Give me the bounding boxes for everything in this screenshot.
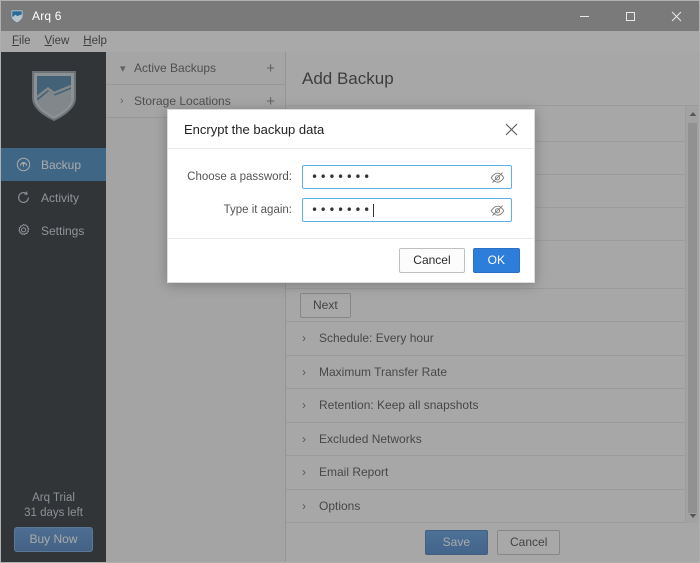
- text-cursor: [373, 204, 374, 217]
- arq-main-window: Arq 6 File View Help: [0, 0, 700, 563]
- arq-shield-icon: [9, 8, 25, 24]
- dialog-ok-button[interactable]: OK: [473, 248, 520, 273]
- close-icon[interactable]: [653, 1, 699, 31]
- title-bar: Arq 6: [1, 1, 699, 31]
- window-title: Arq 6: [32, 9, 62, 23]
- password-input[interactable]: •••••••: [302, 165, 512, 189]
- encrypt-backup-dialog: Encrypt the backup data Choose a passwor…: [167, 109, 535, 283]
- dialog-cancel-button[interactable]: Cancel: [399, 248, 464, 273]
- password-value: •••••••: [311, 171, 372, 183]
- confirm-password-field-row: Type it again: •••••••: [184, 198, 512, 222]
- close-icon[interactable]: [502, 120, 520, 138]
- window-controls: [561, 1, 699, 31]
- confirm-password-value: •••••••: [311, 204, 372, 216]
- dialog-footer: Cancel OK: [168, 238, 534, 282]
- dialog-body: Choose a password: ••••••• Type it again…: [168, 149, 534, 238]
- dialog-title: Encrypt the backup data: [184, 122, 324, 137]
- eye-slash-icon[interactable]: [490, 204, 505, 217]
- maximize-icon[interactable]: [607, 1, 653, 31]
- dialog-header: Encrypt the backup data: [168, 110, 534, 149]
- eye-slash-icon[interactable]: [490, 171, 505, 184]
- password-label: Choose a password:: [184, 171, 302, 183]
- confirm-password-label: Type it again:: [184, 204, 302, 216]
- confirm-password-input[interactable]: •••••••: [302, 198, 512, 222]
- minimize-icon[interactable]: [561, 1, 607, 31]
- password-field-row: Choose a password: •••••••: [184, 165, 512, 189]
